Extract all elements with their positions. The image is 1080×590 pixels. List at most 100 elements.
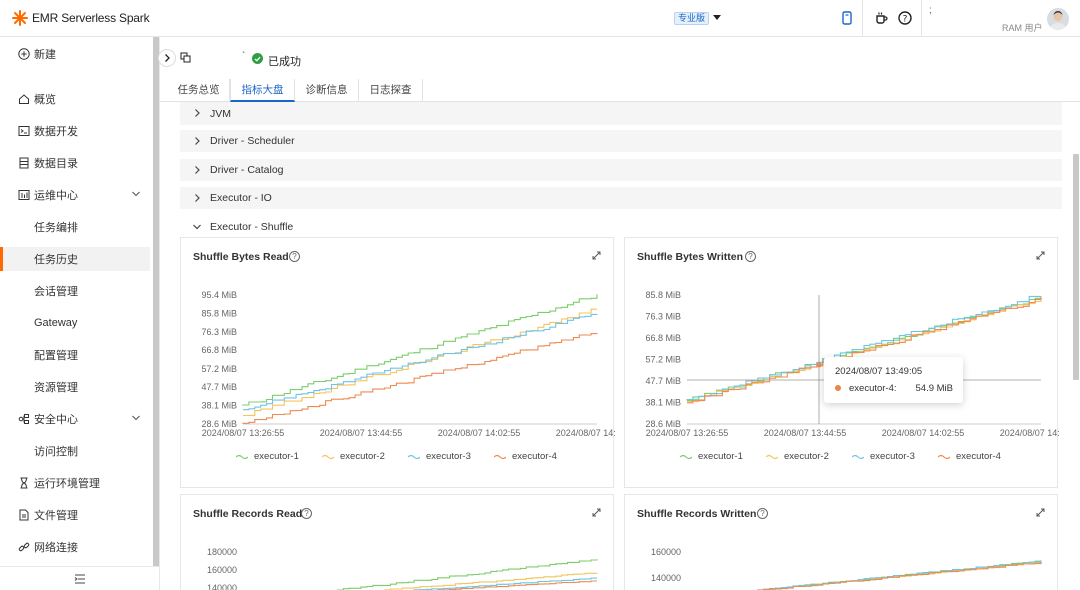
section-label: Executor - Shuffle	[210, 221, 294, 233]
menu-collapse-icon[interactable]	[74, 574, 86, 584]
legend-label: executor-2	[340, 451, 385, 462]
legend-item-executor-2[interactable]: executor-2	[322, 451, 388, 462]
document-icon[interactable]	[839, 10, 855, 26]
section-driver-catalog[interactable]: Driver - Catalog	[180, 159, 1062, 181]
user-name[interactable]: RAM 用户	[1002, 21, 1043, 34]
chevron-right-icon	[195, 166, 200, 174]
y-tick-label: 47.7 MiB	[201, 382, 237, 392]
sidebar-item-label: 会话管理	[34, 286, 78, 298]
file-icon	[19, 509, 29, 521]
tab-metrics-dashboard[interactable]: 指标大盘	[230, 79, 295, 102]
sidebar-item-access-control[interactable]: 访问控制	[0, 439, 150, 463]
sidebar-item-task-orchestration[interactable]: 任务编排	[0, 215, 150, 239]
hourglass-icon	[20, 477, 28, 489]
y-tick-label: 85.8 MiB	[201, 309, 237, 319]
series-line-executor-1[interactable]	[243, 559, 598, 590]
top-bar: EMR Serverless Spark 专业版 ? ; RAM 用户	[0, 0, 1080, 37]
chart-plot[interactable]: 160000 140000	[625, 495, 1059, 590]
help-icon[interactable]: ?	[897, 10, 913, 26]
sidebar-item-task-history[interactable]: 任务历史	[0, 247, 150, 271]
x-tick-label: 2024/08/07 13:26:55	[202, 428, 285, 438]
tooltip-marker	[835, 385, 841, 391]
tab-diagnostics[interactable]: 诊断信息	[295, 79, 359, 102]
app-title: EMR Serverless Spark	[32, 11, 150, 25]
series-line-executor-1[interactable]	[687, 560, 1041, 590]
y-tick-label: 38.1 MiB	[645, 398, 681, 408]
svg-text:?: ?	[903, 15, 908, 25]
x-tick-label: 2024/08/07 13:44:55	[764, 428, 847, 438]
series-line-executor-1[interactable]	[242, 294, 598, 406]
section-driver-scheduler[interactable]: Driver - Scheduler	[180, 130, 1062, 152]
sidebar-item-security[interactable]: 安全中心	[0, 407, 150, 431]
sidebar-item-ops[interactable]: 运维中心	[0, 183, 150, 207]
sidebar-item-files[interactable]: 文件管理	[0, 503, 150, 527]
sidebar-scrollbar[interactable]	[153, 37, 159, 567]
copy-icon[interactable]	[180, 52, 191, 63]
y-tick-label: 95.4 MiB	[201, 290, 237, 300]
expand-sidebar-button[interactable]	[158, 49, 176, 67]
sidebar-item-config[interactable]: 配置管理	[0, 343, 150, 367]
chevron-right-icon	[165, 54, 170, 62]
sidebar-item-label: 网络连接	[34, 542, 78, 554]
y-tick-label: 47.7 MiB	[645, 376, 681, 386]
legend-item-executor-4[interactable]: executor-4	[938, 451, 1004, 462]
chart-legend: executor-1 executor-2 executor-3 executo…	[625, 451, 1059, 462]
legend-label: executor-4	[956, 451, 1001, 462]
sidebar-item-resources[interactable]: 资源管理	[0, 375, 150, 399]
x-tick-label: 2024/08/07 14:02:55	[438, 428, 521, 438]
series-line-executor-3[interactable]	[687, 560, 1042, 590]
legend-swatch	[494, 454, 506, 459]
legend-label: executor-3	[870, 451, 915, 462]
avatar[interactable]	[1047, 8, 1069, 30]
tab-overview[interactable]: 任务总览	[168, 79, 230, 102]
section-executor-io[interactable]: Executor - IO	[180, 187, 1062, 209]
legend-swatch	[852, 454, 864, 459]
chart-card-shuffle-records-written: Shuffle Records Written ? 160000 140000	[624, 494, 1058, 590]
legend-swatch	[766, 454, 778, 459]
tab-bar: 任务总览 指标大盘 诊断信息 日志探查	[160, 79, 1080, 102]
legend-item-executor-3[interactable]: executor-3	[408, 451, 474, 462]
legend-item-executor-1[interactable]: executor-1	[680, 451, 746, 462]
legend-item-executor-2[interactable]: executor-2	[766, 451, 832, 462]
sidebar-item-catalog[interactable]: 数据目录	[0, 151, 150, 175]
sidebar-item-label: 任务历史	[34, 254, 78, 266]
edition-badge[interactable]: 专业版	[674, 12, 710, 25]
cup-icon[interactable]	[873, 10, 889, 26]
section-label: Driver - Scheduler	[210, 135, 295, 147]
legend-item-executor-3[interactable]: executor-3	[852, 451, 918, 462]
section-jvm[interactable]: JVM	[180, 102, 1062, 125]
legend-label: executor-1	[698, 451, 743, 462]
y-tick-label: 85.8 MiB	[645, 290, 681, 300]
ops-icon	[18, 190, 30, 200]
legend-item-executor-1[interactable]: executor-1	[236, 451, 302, 462]
sidebar-item-network[interactable]: 网络连接	[0, 535, 150, 559]
chart-card-shuffle-bytes-read: Shuffle Bytes Read ? 95.4 MiB 85.8 MiB 76.…	[180, 237, 615, 488]
series-line-executor-4[interactable]	[242, 333, 598, 424]
legend-item-executor-4[interactable]: executor-4	[494, 451, 560, 462]
new-label: 新建	[34, 49, 56, 61]
sidebar-item-runtime[interactable]: 运行环境管理	[0, 471, 150, 495]
logo[interactable]: EMR Serverless Spark	[12, 10, 150, 26]
new-button[interactable]: 新建	[0, 42, 150, 66]
tab-log-explorer[interactable]: 日志探查	[359, 79, 423, 102]
main-scrollbar[interactable]	[1073, 154, 1079, 380]
series-line-executor-4[interactable]	[243, 580, 597, 590]
section-label: JVM	[210, 107, 231, 120]
y-tick-label: 57.2 MiB	[201, 364, 237, 374]
sidebar-item-data-dev[interactable]: 数据开发	[0, 119, 150, 143]
security-icon	[18, 414, 29, 424]
link-icon	[18, 542, 30, 552]
section-label: Executor - IO	[210, 192, 272, 204]
home-icon	[19, 94, 29, 104]
legend-swatch	[236, 454, 248, 459]
sidebar-item-gateway[interactable]: Gateway	[0, 311, 150, 335]
chart-plot[interactable]: 180000 160000 140000	[181, 495, 615, 590]
chevron-down-icon	[193, 224, 201, 230]
sidebar-item-overview[interactable]: 概览	[0, 87, 150, 111]
caret-down-icon[interactable]	[713, 15, 721, 20]
catalog-icon	[19, 157, 29, 169]
y-tick-label: 140000	[207, 583, 237, 590]
section-executor-shuffle[interactable]: Executor - Shuffle	[180, 216, 1062, 238]
sidebar-item-label: 配置管理	[34, 350, 78, 362]
sidebar-item-sessions[interactable]: 会话管理	[0, 279, 150, 303]
